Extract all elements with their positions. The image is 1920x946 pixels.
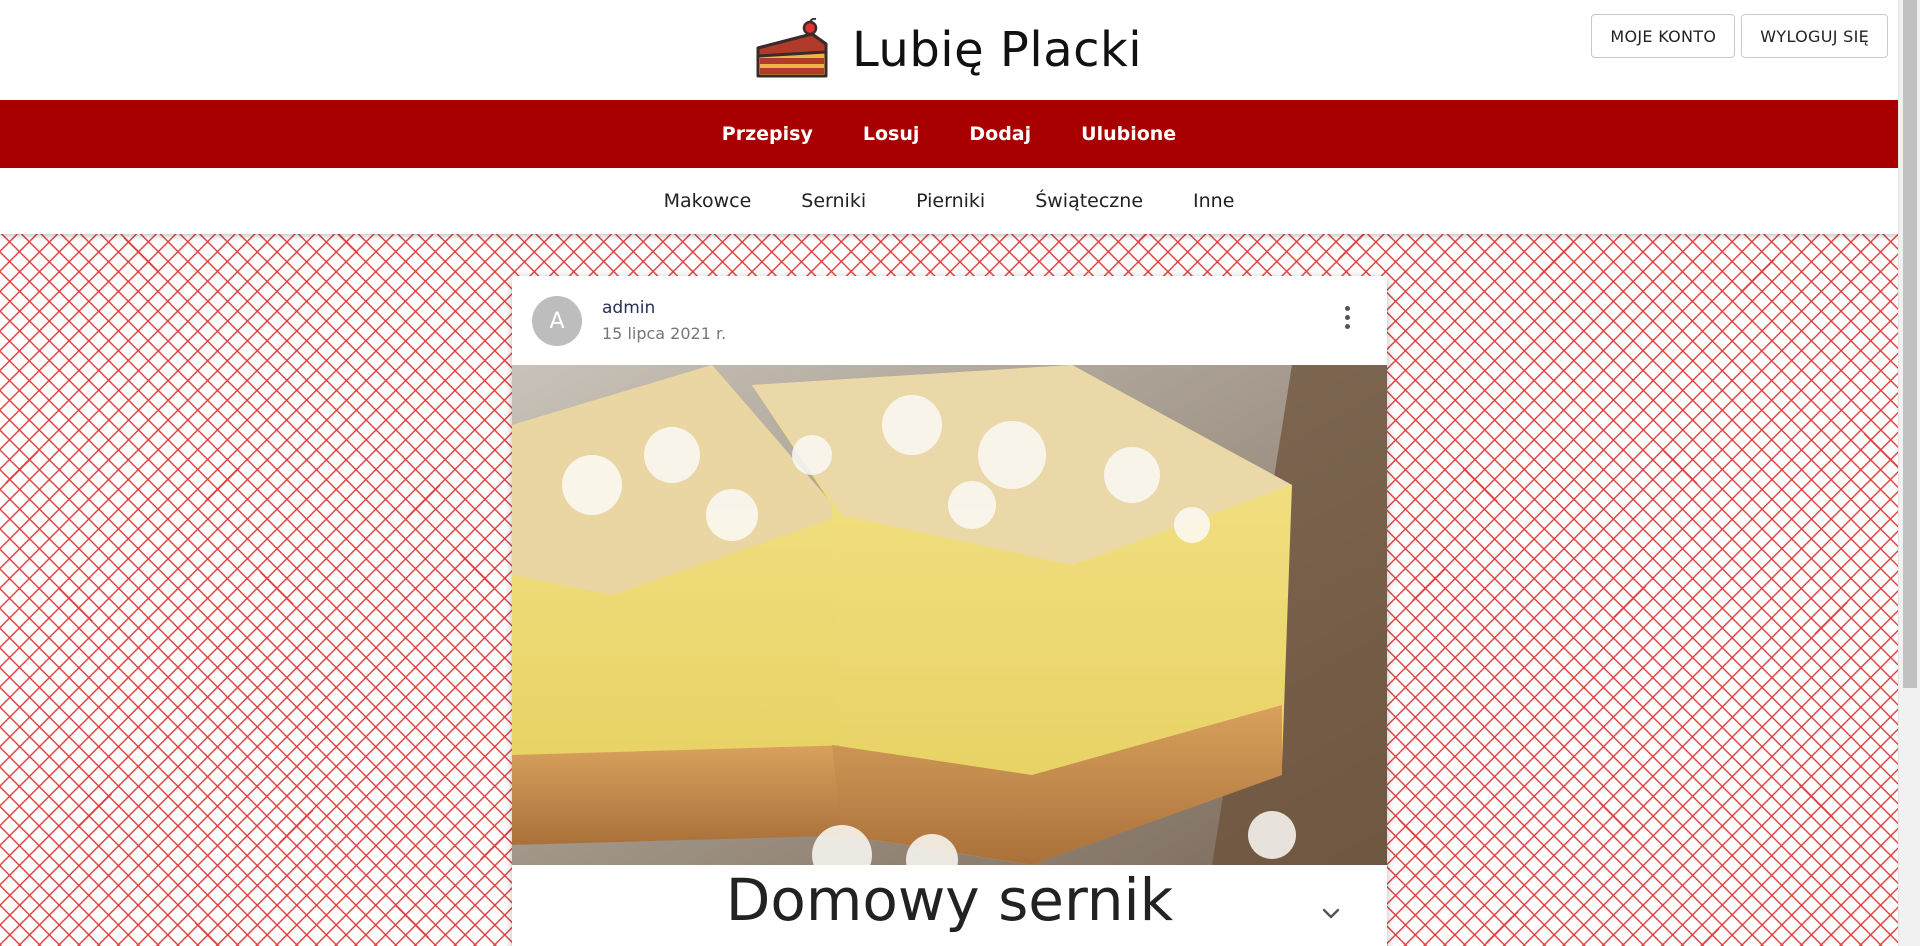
nav-random[interactable]: Losuj — [838, 123, 945, 145]
recipe-image — [512, 365, 1387, 865]
main-nav: Przepisy Losuj Dodaj Ulubione — [0, 100, 1898, 168]
card-header: A admin 15 lipca 2021 r. — [512, 276, 1387, 365]
category-other[interactable]: Inne — [1168, 190, 1259, 212]
avatar: A — [532, 296, 582, 346]
category-holiday[interactable]: Świąteczne — [1010, 190, 1168, 212]
more-options-icon[interactable] — [1333, 300, 1361, 334]
category-poppy-cakes[interactable]: Makowce — [639, 190, 777, 212]
post-date: 15 lipca 2021 r. — [602, 324, 727, 343]
recipe-title: Domowy sernik — [725, 866, 1174, 934]
brand[interactable]: Lubię Placki — [752, 18, 1142, 82]
category-cheesecakes[interactable]: Serniki — [776, 190, 891, 212]
cheesecake-photo — [512, 365, 1387, 865]
scrollbar-thumb[interactable] — [1903, 0, 1917, 688]
page-scrollbar[interactable] — [1898, 0, 1920, 946]
logout-button[interactable]: WYLOGUJ SIĘ — [1741, 14, 1888, 58]
author-name: admin — [602, 298, 656, 318]
nav-recipes[interactable]: Przepisy — [697, 123, 838, 145]
cake-slice-icon — [756, 18, 828, 78]
site-title: Lubię Placki — [852, 22, 1143, 78]
chevron-down-icon[interactable] — [1319, 902, 1343, 926]
site-header: Lubię Placki MOJE KONTO WYLOGUJ SIĘ — [0, 0, 1898, 100]
recipe-card: A admin 15 lipca 2021 r. Domowy sernik — [512, 276, 1387, 946]
account-buttons: MOJE KONTO WYLOGUJ SIĘ — [1591, 14, 1888, 58]
category-nav: Makowce Serniki Pierniki Świąteczne Inne — [0, 168, 1898, 234]
category-gingerbread[interactable]: Pierniki — [891, 190, 1010, 212]
nav-favorites[interactable]: Ulubione — [1056, 123, 1201, 145]
nav-add[interactable]: Dodaj — [944, 123, 1056, 145]
my-account-button[interactable]: MOJE KONTO — [1591, 14, 1736, 58]
